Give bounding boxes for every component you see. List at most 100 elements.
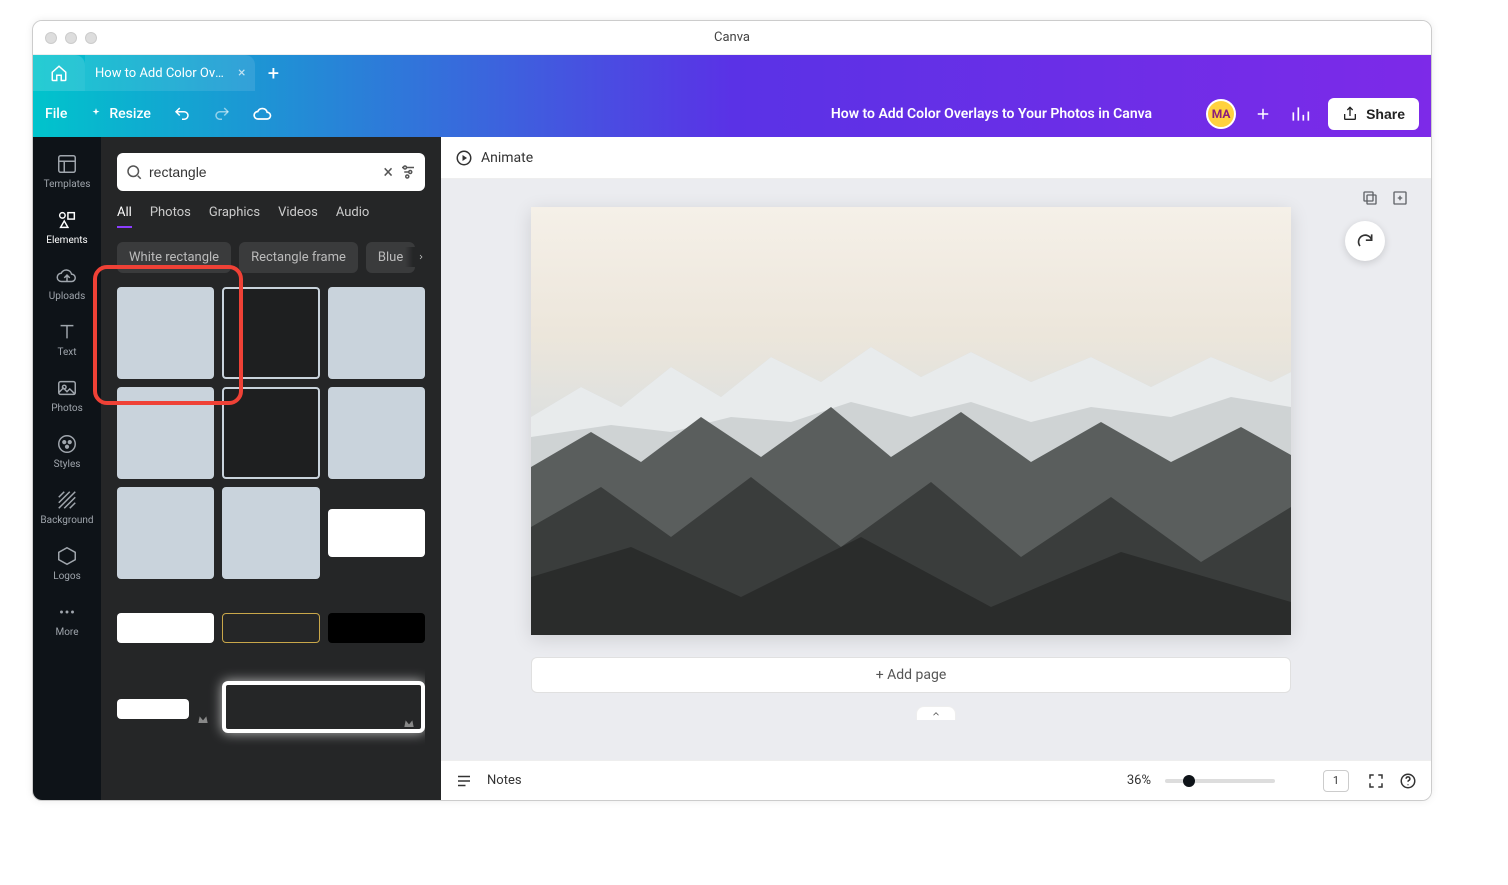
insights-icon[interactable] [1290, 104, 1310, 124]
mac-titlebar: Canva [33, 21, 1431, 55]
result-shape[interactable] [328, 287, 425, 379]
cloud-sync-icon[interactable] [253, 104, 273, 124]
suggestion-chips: White rectangle Rectangle frame Blue [117, 242, 425, 273]
redo-icon[interactable] [213, 105, 231, 123]
resize-label: Resize [109, 106, 151, 122]
text-icon [56, 321, 78, 343]
result-shape[interactable] [117, 613, 214, 643]
bottom-bar: Notes 36% 1 [441, 760, 1431, 800]
result-shape[interactable] [222, 287, 319, 379]
rail-uploads[interactable]: Uploads [33, 255, 101, 311]
page-tools [1361, 189, 1409, 207]
elements-panel: × All Photos Graphics Videos Audio White… [101, 137, 441, 800]
add-page-label: + Add page [876, 667, 947, 683]
rail-photos[interactable]: Photos [33, 367, 101, 423]
notes-icon[interactable] [455, 772, 473, 790]
result-shape[interactable] [222, 613, 319, 643]
mountain-photo [531, 207, 1291, 635]
search-results [117, 287, 425, 784]
clear-search-icon[interactable]: × [383, 162, 393, 183]
rail-text[interactable]: Text [33, 311, 101, 367]
rail-styles[interactable]: Styles [33, 423, 101, 479]
duplicate-page-icon[interactable] [1361, 189, 1379, 207]
rail-label: Photos [51, 403, 83, 414]
canvas-page[interactable] [531, 207, 1291, 635]
share-button[interactable]: Share [1328, 98, 1419, 130]
more-icon [56, 601, 78, 623]
help-icon[interactable] [1399, 772, 1417, 790]
refresh-icon [1355, 231, 1375, 251]
home-tab[interactable] [33, 55, 85, 91]
rail-label: Styles [54, 459, 81, 470]
zoom-dot[interactable] [85, 32, 97, 44]
filter-icon[interactable] [399, 163, 417, 181]
user-avatar[interactable]: MA [1206, 99, 1236, 129]
filter-tabs: All Photos Graphics Videos Audio [117, 205, 425, 228]
result-shape[interactable] [328, 613, 425, 643]
file-menu[interactable]: File [45, 106, 67, 122]
filter-tab-all[interactable]: All [117, 205, 132, 228]
filter-tab-graphics[interactable]: Graphics [209, 205, 260, 228]
filter-tab-videos[interactable]: Videos [278, 205, 318, 228]
rail-logos[interactable]: Logos [33, 535, 101, 591]
chip-rectangle-frame[interactable]: Rectangle frame [239, 242, 358, 273]
zoom-slider[interactable] [1165, 779, 1275, 783]
chevron-up-icon [931, 709, 941, 719]
share-button-label: Share [1366, 106, 1405, 122]
notes-label[interactable]: Notes [487, 773, 522, 788]
chips-scroll-right[interactable] [405, 247, 425, 267]
pro-badge-icon [195, 711, 211, 727]
document-tab-label: How to Add Color Ove… [95, 66, 230, 81]
result-shape[interactable] [328, 509, 425, 557]
page-drawer-handle[interactable] [916, 706, 956, 720]
minimize-dot[interactable] [65, 32, 77, 44]
canvas-stage[interactable]: + Add page [441, 179, 1431, 760]
chip-white-rectangle[interactable]: White rectangle [117, 242, 231, 273]
zoom-thumb[interactable] [1183, 775, 1195, 787]
result-shape[interactable] [117, 699, 189, 719]
result-shape[interactable] [222, 387, 319, 479]
regenerate-button[interactable] [1345, 221, 1385, 261]
photos-icon [56, 377, 78, 399]
add-page-button[interactable]: + Add page [531, 657, 1291, 693]
traffic-lights [45, 32, 97, 44]
resize-menu[interactable]: Resize [89, 106, 151, 122]
rail-background[interactable]: Background [33, 479, 101, 535]
document-tab[interactable]: How to Add Color Ove… × [85, 55, 255, 91]
logos-icon [56, 545, 78, 567]
animate-button[interactable]: Animate [455, 149, 533, 167]
rail-more[interactable]: More [33, 591, 101, 647]
side-rail: Templates Elements Uploads Text Photos S… [33, 137, 101, 800]
fullscreen-icon[interactable] [1367, 772, 1385, 790]
result-shape[interactable] [222, 487, 319, 579]
search-input[interactable] [149, 164, 377, 180]
document-title[interactable]: How to Add Color Overlays to Your Photos… [831, 106, 1152, 122]
undo-icon[interactable] [173, 105, 191, 123]
new-tab-button[interactable]: + [255, 55, 291, 91]
rail-label: Text [57, 347, 76, 358]
top-toolbar: File Resize How to Add Color Overlays to… [33, 91, 1431, 137]
close-tab-icon[interactable]: × [238, 65, 245, 81]
templates-icon [56, 153, 78, 175]
add-page-icon[interactable] [1391, 189, 1409, 207]
close-dot[interactable] [45, 32, 57, 44]
result-shape[interactable] [117, 387, 214, 479]
zoom-percent[interactable]: 36% [1127, 773, 1151, 788]
filter-tab-photos[interactable]: Photos [150, 205, 191, 228]
result-shape[interactable] [222, 681, 425, 733]
rail-label: Uploads [49, 291, 85, 302]
app-window: Canva How to Add Color Ove… × + File Res… [32, 20, 1432, 801]
animate-label: Animate [481, 150, 533, 166]
rail-label: Elements [46, 235, 87, 246]
rail-elements[interactable]: Elements [33, 199, 101, 255]
filter-tab-audio[interactable]: Audio [336, 205, 369, 228]
result-shape[interactable] [117, 287, 214, 379]
add-member-icon[interactable] [1254, 105, 1272, 123]
canvas-area: Animate [441, 137, 1431, 800]
rail-templates[interactable]: Templates [33, 143, 101, 199]
result-shape[interactable] [328, 387, 425, 479]
search-field[interactable]: × [117, 153, 425, 191]
pro-badge-icon [401, 715, 417, 731]
result-shape[interactable] [117, 487, 214, 579]
page-indicator[interactable]: 1 [1323, 770, 1349, 792]
